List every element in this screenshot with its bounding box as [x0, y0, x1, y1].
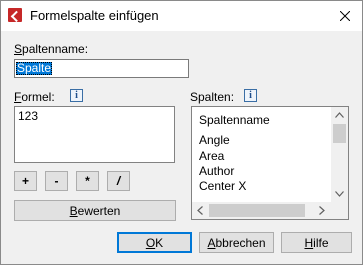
autocad-app-icon: [8, 8, 22, 22]
columns-info-button[interactable]: i: [244, 89, 257, 102]
formula-info-button[interactable]: i: [70, 89, 83, 102]
scroll-down-arrow-icon[interactable]: [335, 191, 344, 197]
vertical-scroll-thumb[interactable]: [333, 124, 346, 143]
column-name-value: Spalte: [16, 61, 53, 75]
horizontal-scroll-thumb[interactable]: [209, 204, 305, 217]
help-button[interactable]: Hilfe: [281, 232, 352, 253]
dialog-window: Formelspalte einfügen Spaltenname: Spalt…: [0, 0, 363, 265]
list-item[interactable]: Center X: [199, 179, 270, 194]
minus-operator-button[interactable]: -: [45, 171, 68, 191]
columns-listbox[interactable]: Spaltenname Angle Area Author Center X: [191, 106, 349, 220]
title-bar[interactable]: Formelspalte einfügen: [1, 1, 362, 31]
columns-label: Spalten:: [190, 90, 235, 104]
close-icon: [340, 11, 350, 21]
list-item[interactable]: Author: [199, 164, 270, 179]
scrollbar-corner: [331, 202, 348, 219]
formula-textarea[interactable]: 123: [14, 106, 175, 163]
scroll-left-arrow-icon[interactable]: [197, 206, 203, 215]
column-name-input[interactable]: Spalte: [14, 59, 189, 78]
scroll-right-arrow-icon[interactable]: [319, 206, 325, 215]
scroll-up-arrow-icon[interactable]: [335, 112, 344, 118]
window-title: Formelspalte einfügen: [30, 8, 159, 23]
divide-operator-button[interactable]: /: [107, 171, 130, 191]
columns-list: Spaltenname Angle Area Author Center X: [199, 113, 270, 194]
list-item[interactable]: Area: [199, 149, 270, 164]
cancel-button[interactable]: Abbrechen: [199, 232, 274, 253]
close-button[interactable]: [328, 1, 362, 31]
info-icon: i: [249, 89, 252, 101]
evaluate-button[interactable]: Bewerten: [14, 200, 176, 221]
horizontal-scrollbar[interactable]: [192, 202, 331, 219]
column-name-label: Spaltenname:: [14, 42, 89, 56]
vertical-scrollbar[interactable]: [331, 107, 348, 202]
multiply-operator-button[interactable]: *: [76, 171, 99, 191]
list-item[interactable]: Spaltenname: [199, 113, 270, 128]
info-icon: i: [75, 89, 78, 101]
list-item[interactable]: Angle: [199, 133, 270, 148]
plus-operator-button[interactable]: +: [14, 171, 37, 191]
ok-button[interactable]: OK: [117, 232, 192, 253]
formula-value: 123: [18, 109, 39, 123]
formula-label: Formel:: [14, 90, 55, 104]
